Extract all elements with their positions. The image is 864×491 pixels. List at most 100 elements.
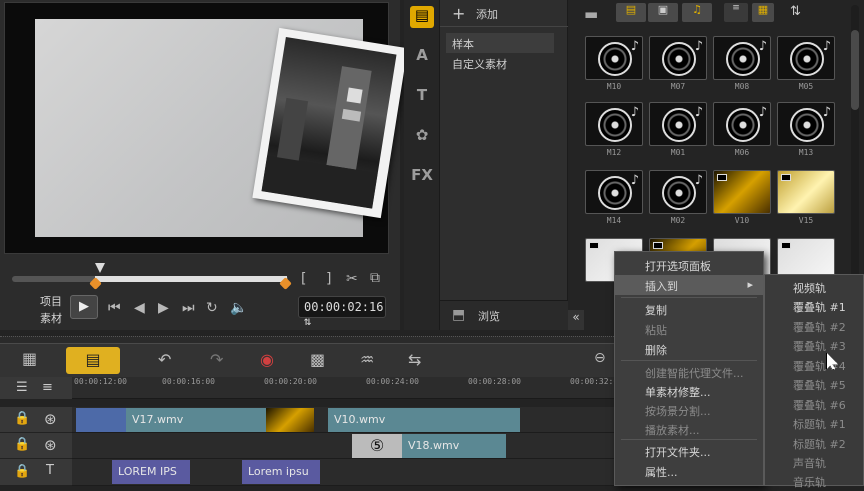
undo-icon[interactable]: ↶ — [158, 350, 171, 369]
track-list-icon[interactable]: ≡ — [42, 380, 53, 395]
track-manager: ☰ ≡ — [0, 377, 72, 399]
prev-frame-icon[interactable]: ◀ — [134, 300, 145, 316]
mark-in-button[interactable]: [ — [301, 271, 306, 287]
thumbnail-m02[interactable]: ♪ — [649, 170, 707, 214]
thumbnail-m07[interactable]: ♪ — [649, 36, 707, 80]
thumbnail-m13[interactable]: ♪ — [777, 102, 835, 146]
timeline-clip[interactable] — [76, 408, 126, 432]
title-category-icon[interactable]: A — [410, 46, 434, 68]
track-manager-icon[interactable]: ☰ — [16, 380, 28, 395]
add-button[interactable]: 添加 — [476, 6, 498, 22]
next-frame-icon[interactable]: ▶ — [158, 300, 169, 316]
film-reel-icon[interactable]: ⊛ — [44, 410, 57, 428]
zoom-out-icon[interactable]: ⊖ — [594, 350, 606, 366]
library-scroll-thumb[interactable] — [851, 30, 859, 110]
menu-delete[interactable]: 删除 — [615, 339, 763, 359]
thumbnail-v10[interactable] — [713, 170, 771, 214]
redo-icon[interactable]: ↷ — [210, 350, 223, 369]
record-capture-icon[interactable]: ◉ — [260, 350, 274, 369]
title-clip-2[interactable]: Lorem ipsu — [242, 460, 320, 484]
folder-icon[interactable]: ▬ — [584, 5, 598, 23]
vinyl-icon — [598, 176, 632, 210]
storyboard-view-icon[interactable]: ▦ — [22, 349, 52, 371]
transition-clip[interactable] — [266, 408, 314, 432]
browse-icon[interactable]: ⬒ — [452, 307, 465, 323]
clip-v10[interactable]: V10.wmv — [328, 408, 520, 432]
submenu-overlay-4[interactable]: 覆叠轨 #4 — [765, 355, 863, 375]
project-mode-label[interactable]: 项目 — [40, 293, 62, 309]
overlay-reel-icon[interactable]: ⊛ — [44, 436, 57, 454]
submenu-overlay-2[interactable]: 覆叠轨 #2 — [765, 316, 863, 336]
enlarge-icon[interactable]: ⧉ — [370, 270, 380, 286]
menu-open-options[interactable]: 打开选项面板 — [615, 255, 763, 275]
title-clip-1[interactable]: LOREM IPS — [112, 460, 190, 484]
thumbnail-m05[interactable]: ♪ — [777, 36, 835, 80]
media-icon[interactable]: ▤ — [410, 6, 434, 28]
submenu-video-track[interactable]: 视频轨 — [765, 277, 863, 297]
submenu-title-2[interactable]: 标题轨 #2 — [765, 433, 863, 453]
lock-icon[interactable]: 🔒 — [14, 411, 30, 426]
timecode-value: 00:00:02 — [304, 300, 362, 314]
list-view-icon[interactable]: ≡ — [724, 3, 748, 22]
end-icon[interactable]: ⏭ — [182, 300, 195, 316]
thumbnail-caption: V10 — [734, 216, 750, 225]
vinyl-icon — [598, 108, 632, 142]
thumbnail-m08[interactable]: ♪ — [713, 36, 771, 80]
mark-out-button[interactable]: ] — [326, 271, 331, 287]
play-button[interactable]: ▶ — [70, 295, 98, 319]
thumbnail-m01[interactable]: ♪ — [649, 102, 707, 146]
thumbnail-m10[interactable]: ♪ — [585, 36, 643, 80]
vinyl-icon — [790, 108, 824, 142]
repeat-icon[interactable]: ↻ — [206, 300, 218, 316]
title-track-icon[interactable]: T — [46, 463, 54, 478]
menu-insert-to[interactable]: 插入到 ▸ — [615, 275, 763, 295]
menu-properties[interactable]: 属性... — [615, 461, 763, 481]
show-photo-icon[interactable]: ▣ — [648, 3, 678, 22]
ruler-tick: 00:00:28:00 — [468, 377, 521, 386]
music-note-icon: ♪ — [630, 173, 639, 188]
submenu-music-track[interactable]: 音乐轨 — [765, 471, 863, 491]
graphic-icon[interactable]: ✿ — [410, 126, 434, 148]
volume-icon[interactable]: 🔈 — [230, 300, 247, 316]
mixer-icon[interactable]: ▩ — [310, 350, 325, 369]
collapse-library-icon[interactable]: « — [568, 310, 584, 330]
submenu-overlay-1[interactable]: 覆叠轨 #1 — [765, 296, 863, 316]
grid-view-icon[interactable]: ▦ — [752, 3, 774, 22]
music-note-icon: ♪ — [758, 39, 767, 54]
lock-icon[interactable]: 🔒 — [14, 437, 30, 452]
show-video-icon[interactable]: ▤ — [616, 3, 646, 22]
submenu-overlay-5[interactable]: 覆叠轨 #5 — [765, 374, 863, 394]
clip-mode-label[interactable]: 素材 — [40, 310, 62, 326]
thumbnail-caption: M10 — [606, 82, 622, 91]
lock-icon[interactable]: 🔒 — [14, 464, 30, 479]
thumbnail-m12[interactable]: ♪ — [585, 102, 643, 146]
countdown-clip[interactable]: ⑤ — [352, 434, 402, 458]
show-audio-icon[interactable]: ♫ — [682, 3, 712, 22]
menu-copy[interactable]: 复制 — [615, 299, 763, 319]
music-note-icon: ♪ — [758, 105, 767, 120]
timecode-display[interactable]: 00:00:02:16 ⇅ — [298, 296, 386, 328]
fx-icon[interactable]: FX — [410, 166, 434, 188]
menu-trim[interactable]: 单素材修整... — [615, 381, 763, 401]
folder-custom[interactable]: 自定义素材 — [452, 56, 507, 72]
thumbnail-m14[interactable]: ♪ — [585, 170, 643, 214]
clip-v18[interactable]: V18.wmv — [402, 434, 506, 458]
thumbnail-v15[interactable] — [777, 170, 835, 214]
home-icon[interactable]: ⏮ — [108, 300, 121, 316]
motion-tracking-icon[interactable]: ⇆ — [408, 350, 421, 369]
audio-wave-icon[interactable]: ♒ — [360, 350, 374, 369]
submenu-voice-track[interactable]: 声音轨 — [765, 452, 863, 472]
submenu-overlay-6[interactable]: 覆叠轨 #6 — [765, 394, 863, 414]
music-note-icon: ♪ — [694, 105, 703, 120]
title-icon[interactable]: T — [410, 86, 434, 108]
clip-v17[interactable]: V17.wmv — [126, 408, 266, 432]
cut-icon[interactable]: ✂ — [346, 271, 358, 287]
menu-open-folder[interactable]: 打开文件夹... — [615, 441, 763, 461]
add-icon[interactable]: + — [452, 4, 465, 23]
thumbnail-m06[interactable]: ♪ — [713, 102, 771, 146]
submenu-title-1[interactable]: 标题轨 #1 — [765, 413, 863, 433]
browse-button[interactable]: 浏览 — [478, 308, 500, 324]
submenu-overlay-3[interactable]: 覆叠轨 #3 — [765, 335, 863, 355]
timeline-view-button[interactable]: ▤ — [66, 347, 120, 374]
sort-icon[interactable]: ⇅ — [790, 4, 801, 19]
